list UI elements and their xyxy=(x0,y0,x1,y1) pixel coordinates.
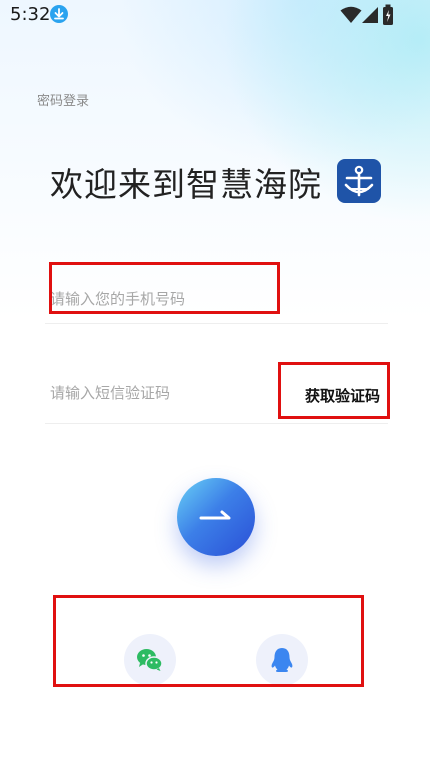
phone-field xyxy=(45,275,388,324)
anchor-logo-icon xyxy=(337,159,381,203)
social-login-highlight xyxy=(53,595,364,687)
sms-code-input[interactable] xyxy=(50,373,270,413)
password-login-link[interactable]: 密码登录 xyxy=(37,90,89,109)
sms-code-field: 获取验证码 xyxy=(45,373,388,424)
login-submit-button[interactable] xyxy=(177,478,255,556)
get-code-button[interactable]: 获取验证码 xyxy=(305,385,380,406)
status-time: 5:32 xyxy=(10,4,51,25)
signal-icon xyxy=(362,7,378,23)
arrow-right-icon xyxy=(199,510,231,520)
battery-icon xyxy=(383,4,393,25)
qq-login-button[interactable] xyxy=(256,634,308,686)
status-icons xyxy=(340,4,400,26)
qq-icon xyxy=(271,648,293,672)
wifi-icon xyxy=(340,6,362,23)
wechat-icon xyxy=(137,649,163,671)
welcome-title: 欢迎来到智慧海院 xyxy=(50,165,322,204)
phone-input[interactable] xyxy=(50,279,270,319)
wechat-login-button[interactable] xyxy=(124,634,176,686)
download-icon xyxy=(50,5,68,23)
status-bar: 5:32 xyxy=(0,0,430,30)
